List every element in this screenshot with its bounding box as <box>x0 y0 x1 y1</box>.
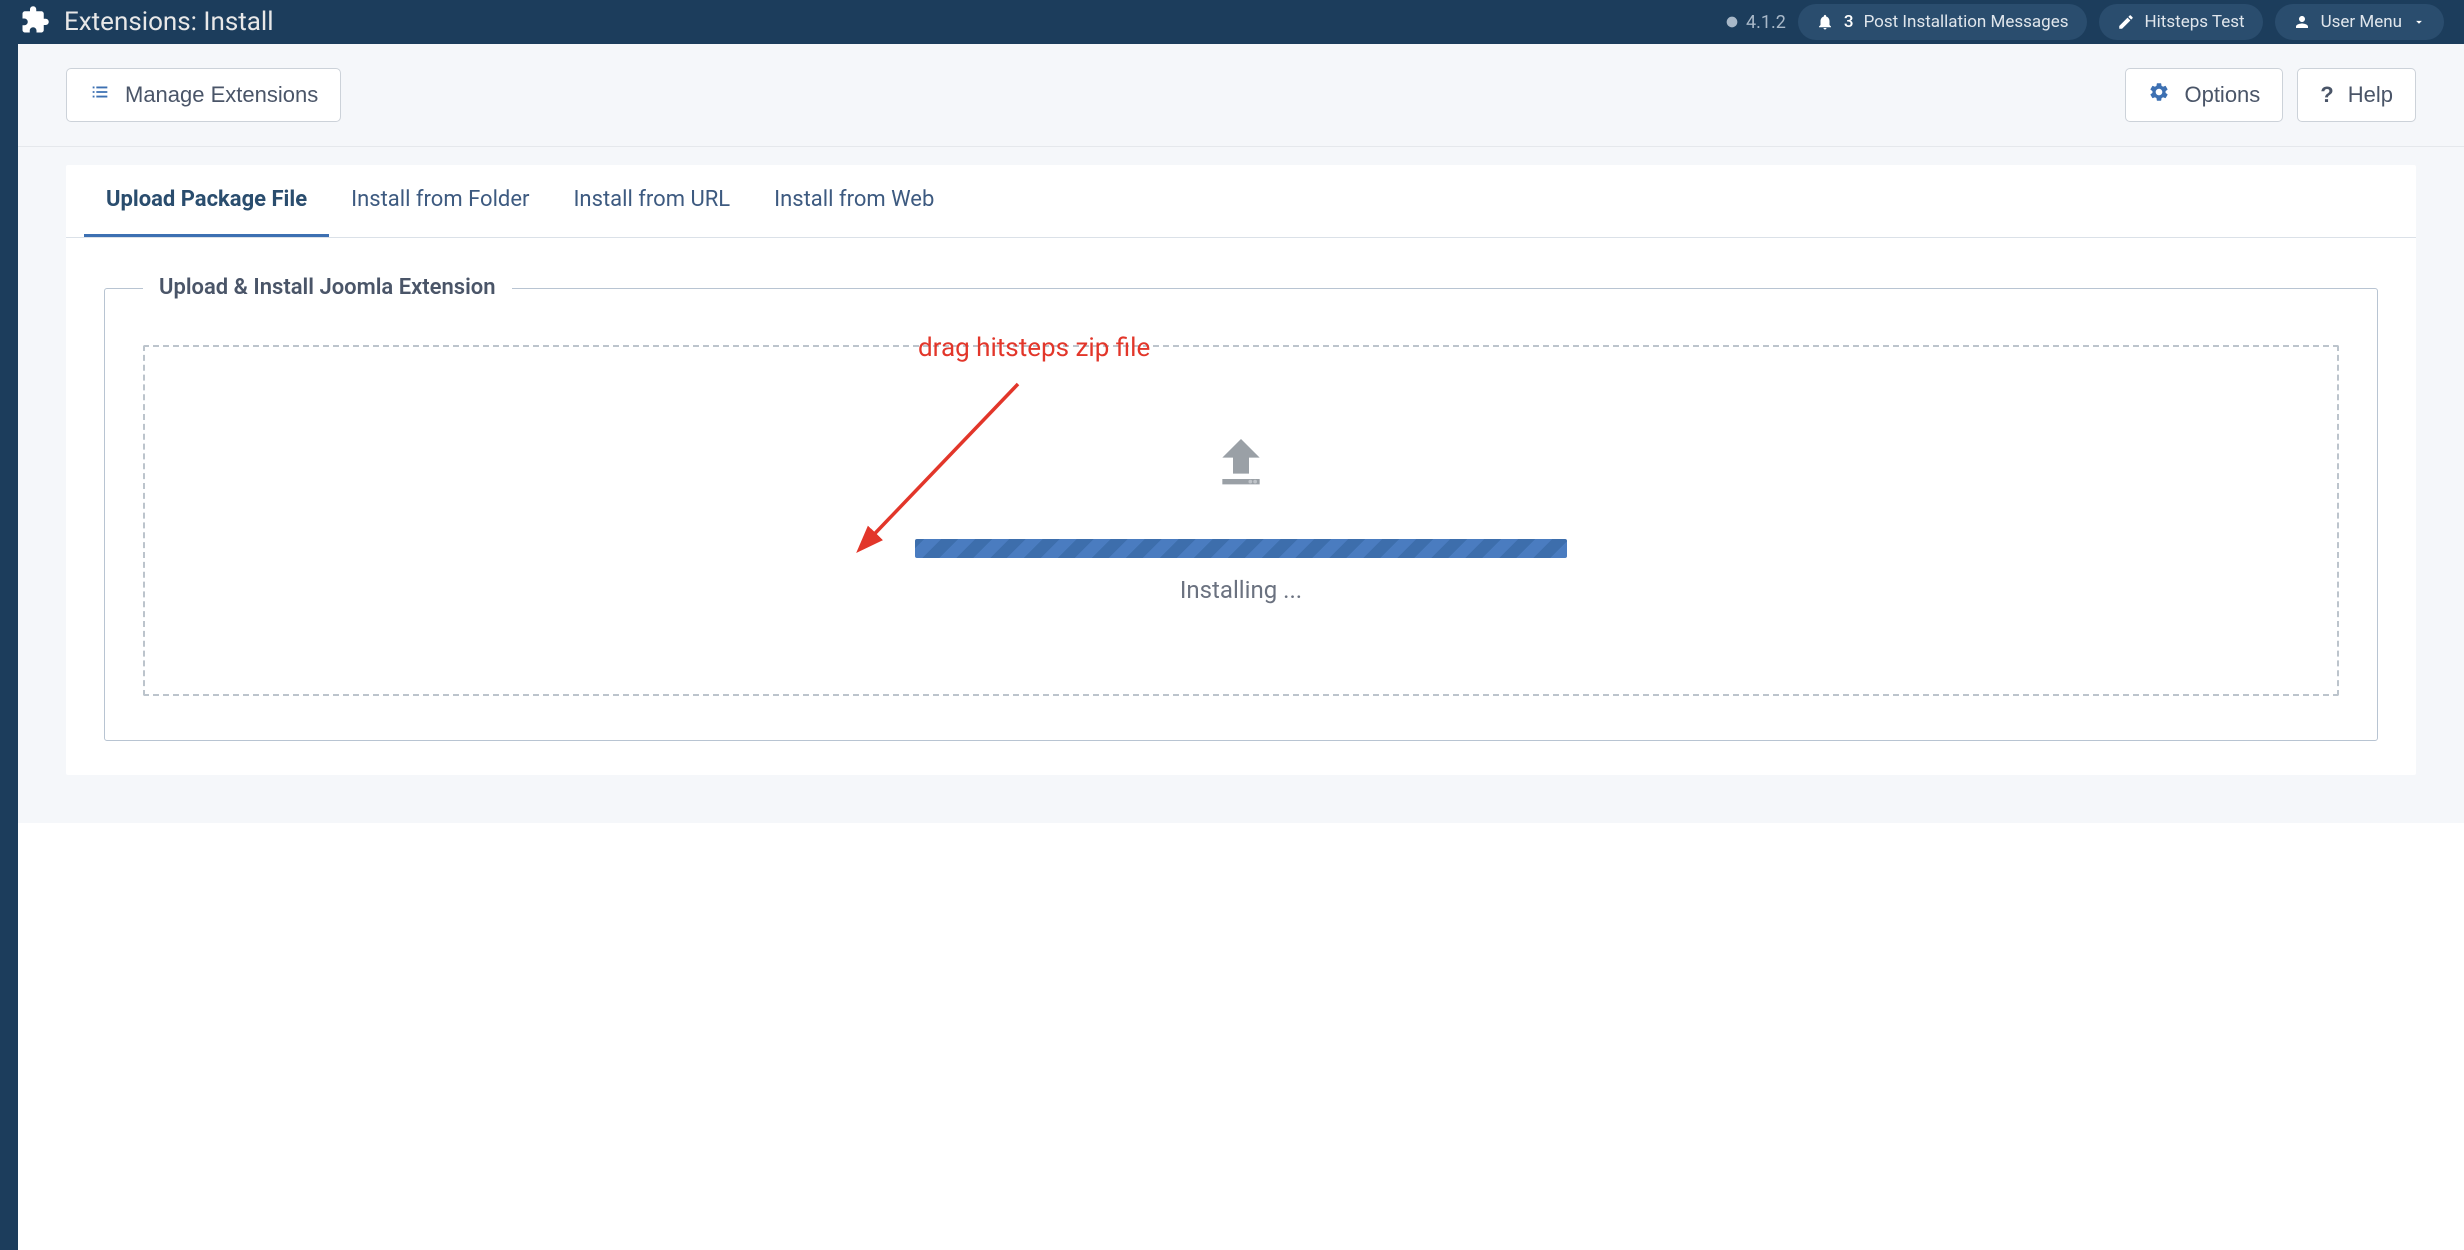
install-status: Installing ... <box>1180 576 1302 604</box>
tab-content: Upload & Install Joomla Extension Instal… <box>66 238 2416 775</box>
edit-icon <box>2117 13 2135 31</box>
manage-label: Manage Extensions <box>125 82 318 108</box>
gear-icon <box>2148 81 2170 109</box>
user-menu-button[interactable]: User Menu <box>2275 4 2444 40</box>
notifications-label: Post Installation Messages <box>1864 12 2069 32</box>
tabs: Upload Package File Install from Folder … <box>66 165 2416 238</box>
list-icon <box>89 81 111 109</box>
content-area: Upload Package File Install from Folder … <box>18 147 2464 823</box>
tab-install-folder[interactable]: Install from Folder <box>329 165 551 237</box>
question-icon: ? <box>2320 82 2333 108</box>
upload-dropzone[interactable]: Installing ... <box>143 345 2339 696</box>
user-menu-label: User Menu <box>2321 12 2402 32</box>
chevron-down-icon <box>2412 15 2426 29</box>
toolbar-left: Manage Extensions <box>66 68 341 122</box>
toolbar-right: Options ? Help <box>2125 68 2416 122</box>
hitsteps-label: Hitsteps Test <box>2145 12 2245 32</box>
version-badge: 4.1.2 <box>1724 12 1786 33</box>
header-left: Extensions: Install <box>20 5 274 39</box>
help-label: Help <box>2348 82 2393 108</box>
notifications-button[interactable]: 3 Post Installation Messages <box>1798 4 2087 40</box>
tab-upload-package[interactable]: Upload Package File <box>84 165 329 237</box>
bell-icon <box>1816 13 1834 31</box>
hitsteps-button[interactable]: Hitsteps Test <box>2099 4 2263 40</box>
tab-install-web[interactable]: Install from Web <box>752 165 956 237</box>
puzzle-icon <box>20 5 50 39</box>
progress-bar <box>915 539 1567 558</box>
tab-install-url[interactable]: Install from URL <box>551 165 752 237</box>
options-label: Options <box>2184 82 2260 108</box>
body-wrap: Manage Extensions Options ? Help Upload … <box>18 44 2464 823</box>
sidebar-edge <box>0 44 18 1250</box>
upload-fieldset: Upload & Install Joomla Extension Instal… <box>104 288 2378 741</box>
header-bar: Extensions: Install 4.1.2 3 Post Install… <box>0 0 2464 44</box>
header-right: 4.1.2 3 Post Installation Messages Hitst… <box>1724 4 2444 40</box>
tabs-card: Upload Package File Install from Folder … <box>66 165 2416 775</box>
notification-count: 3 <box>1844 12 1854 32</box>
fieldset-legend: Upload & Install Joomla Extension <box>143 275 512 300</box>
toolbar: Manage Extensions Options ? Help <box>18 44 2464 147</box>
help-button[interactable]: ? Help <box>2297 68 2416 122</box>
options-button[interactable]: Options <box>2125 68 2283 122</box>
manage-extensions-button[interactable]: Manage Extensions <box>66 68 341 122</box>
page-title: Extensions: Install <box>64 7 274 37</box>
upload-icon <box>1209 431 1273 499</box>
user-icon <box>2293 13 2311 31</box>
joomla-icon <box>1724 14 1740 30</box>
